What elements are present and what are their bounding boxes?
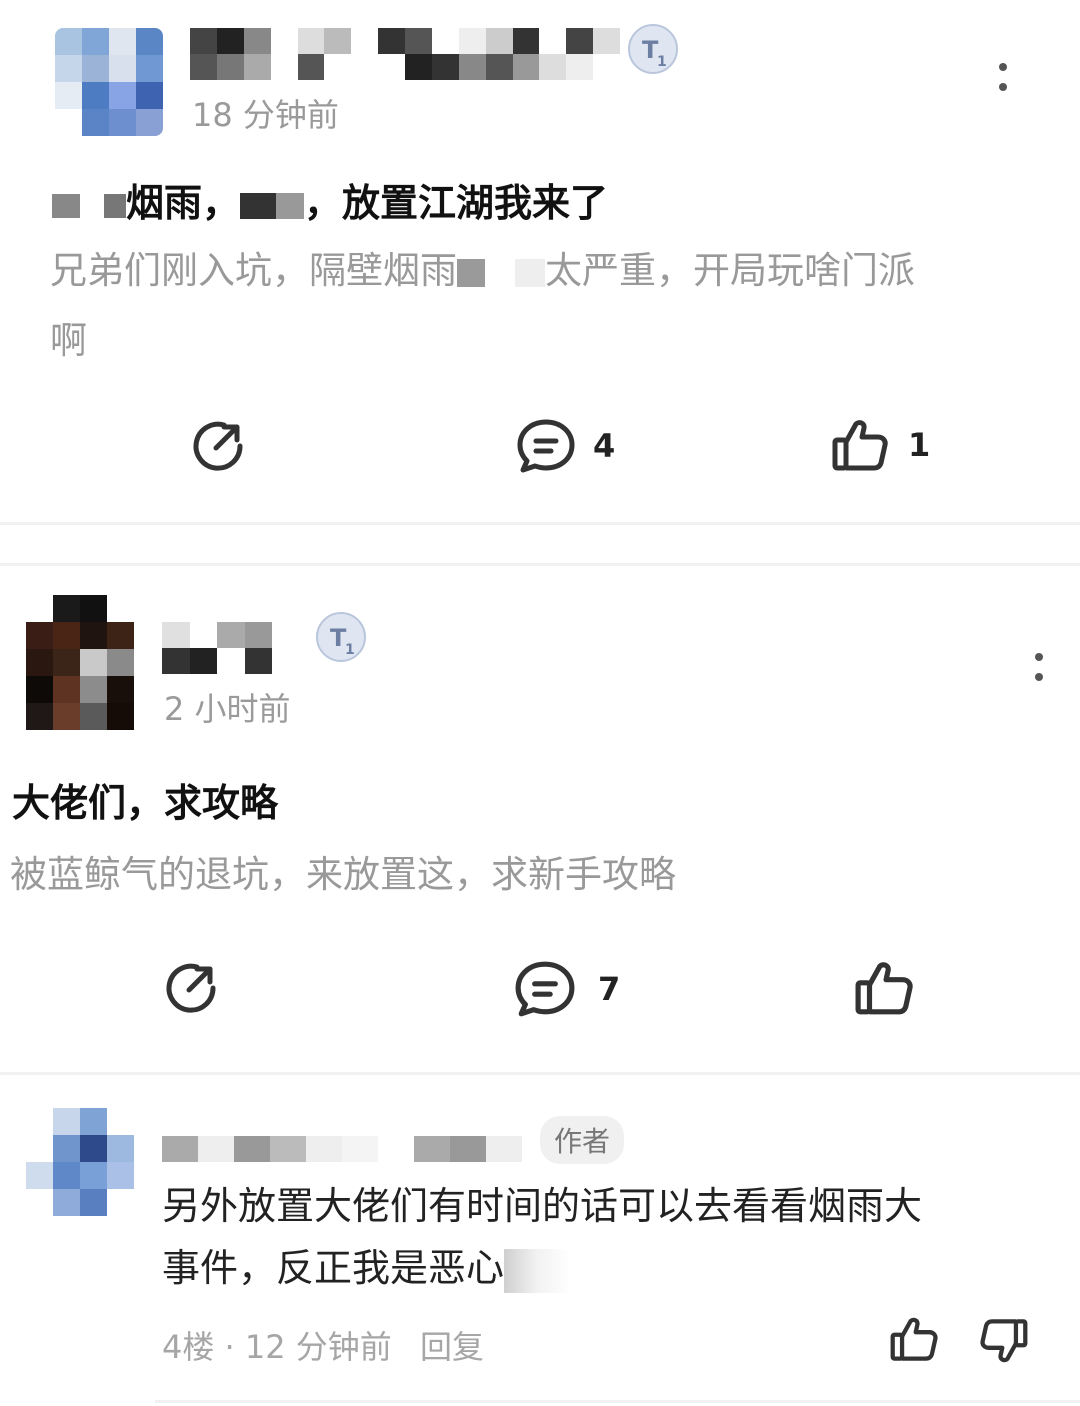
username[interactable] (190, 28, 620, 80)
comment-icon (515, 961, 575, 1017)
username[interactable] (162, 622, 272, 674)
reply-content[interactable]: 另外放置大佬们有时间的话可以去看看烟雨大 事件，反正我是恶心 (162, 1175, 1042, 1299)
post-time: 2 小时前 (164, 690, 291, 728)
reply-button[interactable]: 回复 (420, 1328, 484, 1366)
post-body[interactable]: 被蓝鲸气的退坑，来放置这，求新手攻略 (10, 840, 676, 910)
redacted-text (104, 193, 126, 218)
comment-count: 4 (593, 427, 616, 465)
divider (0, 522, 1080, 525)
avatar[interactable] (26, 1108, 134, 1216)
post-body[interactable]: 兄弟们刚入坑，隔壁烟雨 太严重，开局玩啥门派 啊 (50, 236, 1030, 376)
share-button[interactable] (163, 960, 221, 1020)
redacted-text (80, 194, 104, 218)
post-title[interactable]: 烟雨， ，放置江湖我来了 (52, 172, 608, 227)
avatar[interactable] (26, 595, 134, 730)
svg-text:1: 1 (345, 642, 355, 658)
divider (0, 1072, 1080, 1075)
comment-icon (517, 419, 575, 473)
reply-meta: 4楼 · 12 分钟前 回复 (162, 1322, 484, 1368)
body-part3: 啊 (50, 319, 87, 362)
title-part1: 烟雨， (126, 181, 241, 225)
comment-count: 7 (598, 970, 621, 1008)
redacted-text (457, 258, 485, 287)
comment-button[interactable]: 4 (515, 416, 615, 476)
author-badge: 作者 (540, 1116, 625, 1164)
redacted-text (504, 1248, 571, 1293)
post-time: 18 分钟前 (192, 96, 339, 134)
share-icon (166, 963, 216, 1013)
dislike-button[interactable] (980, 1318, 1028, 1368)
reply-line1: 另外放置大佬们有时间的话可以去看看烟雨大 (162, 1184, 923, 1228)
level-badge-icon: T 1 (316, 612, 366, 662)
redacted-text (52, 193, 80, 218)
username[interactable] (162, 1136, 522, 1162)
divider (155, 1400, 1080, 1403)
body-part1: 兄弟们刚入坑，隔壁烟雨 (50, 249, 457, 292)
share-button[interactable] (190, 418, 248, 478)
divider (0, 563, 1080, 566)
reply-line2: 事件，反正我是恶心 (162, 1246, 505, 1290)
floor-number: 4楼 (162, 1328, 215, 1366)
thumbs-up-icon (855, 962, 913, 1015)
reply-time: 12 分钟前 (244, 1328, 392, 1366)
post-title[interactable]: 大佬们，求攻略 (12, 772, 278, 827)
more-vertical-icon[interactable] (997, 58, 1009, 98)
like-button[interactable] (890, 1316, 938, 1366)
comment-button[interactable]: 7 (512, 958, 620, 1020)
thumbs-down-icon (980, 1319, 1028, 1363)
meta-separator: · (224, 1328, 235, 1366)
like-button[interactable] (855, 960, 913, 1020)
redacted-text (485, 258, 515, 287)
svg-text:1: 1 (657, 54, 667, 70)
redacted-text (515, 258, 545, 287)
title-part2: ，放置江湖我来了 (304, 181, 609, 225)
like-count: 1 (908, 426, 931, 464)
body-part2: 太严重，开局玩啥门派 (545, 249, 915, 292)
share-icon (193, 421, 243, 471)
thumbs-up-icon (832, 420, 888, 471)
redacted-text (276, 192, 305, 219)
like-button[interactable]: 1 (832, 418, 930, 472)
redacted-text (240, 192, 277, 219)
thumbs-up-icon (890, 1317, 938, 1361)
avatar[interactable] (55, 28, 163, 136)
level-badge-icon: T 1 (628, 24, 678, 74)
more-vertical-icon[interactable] (1033, 648, 1045, 688)
